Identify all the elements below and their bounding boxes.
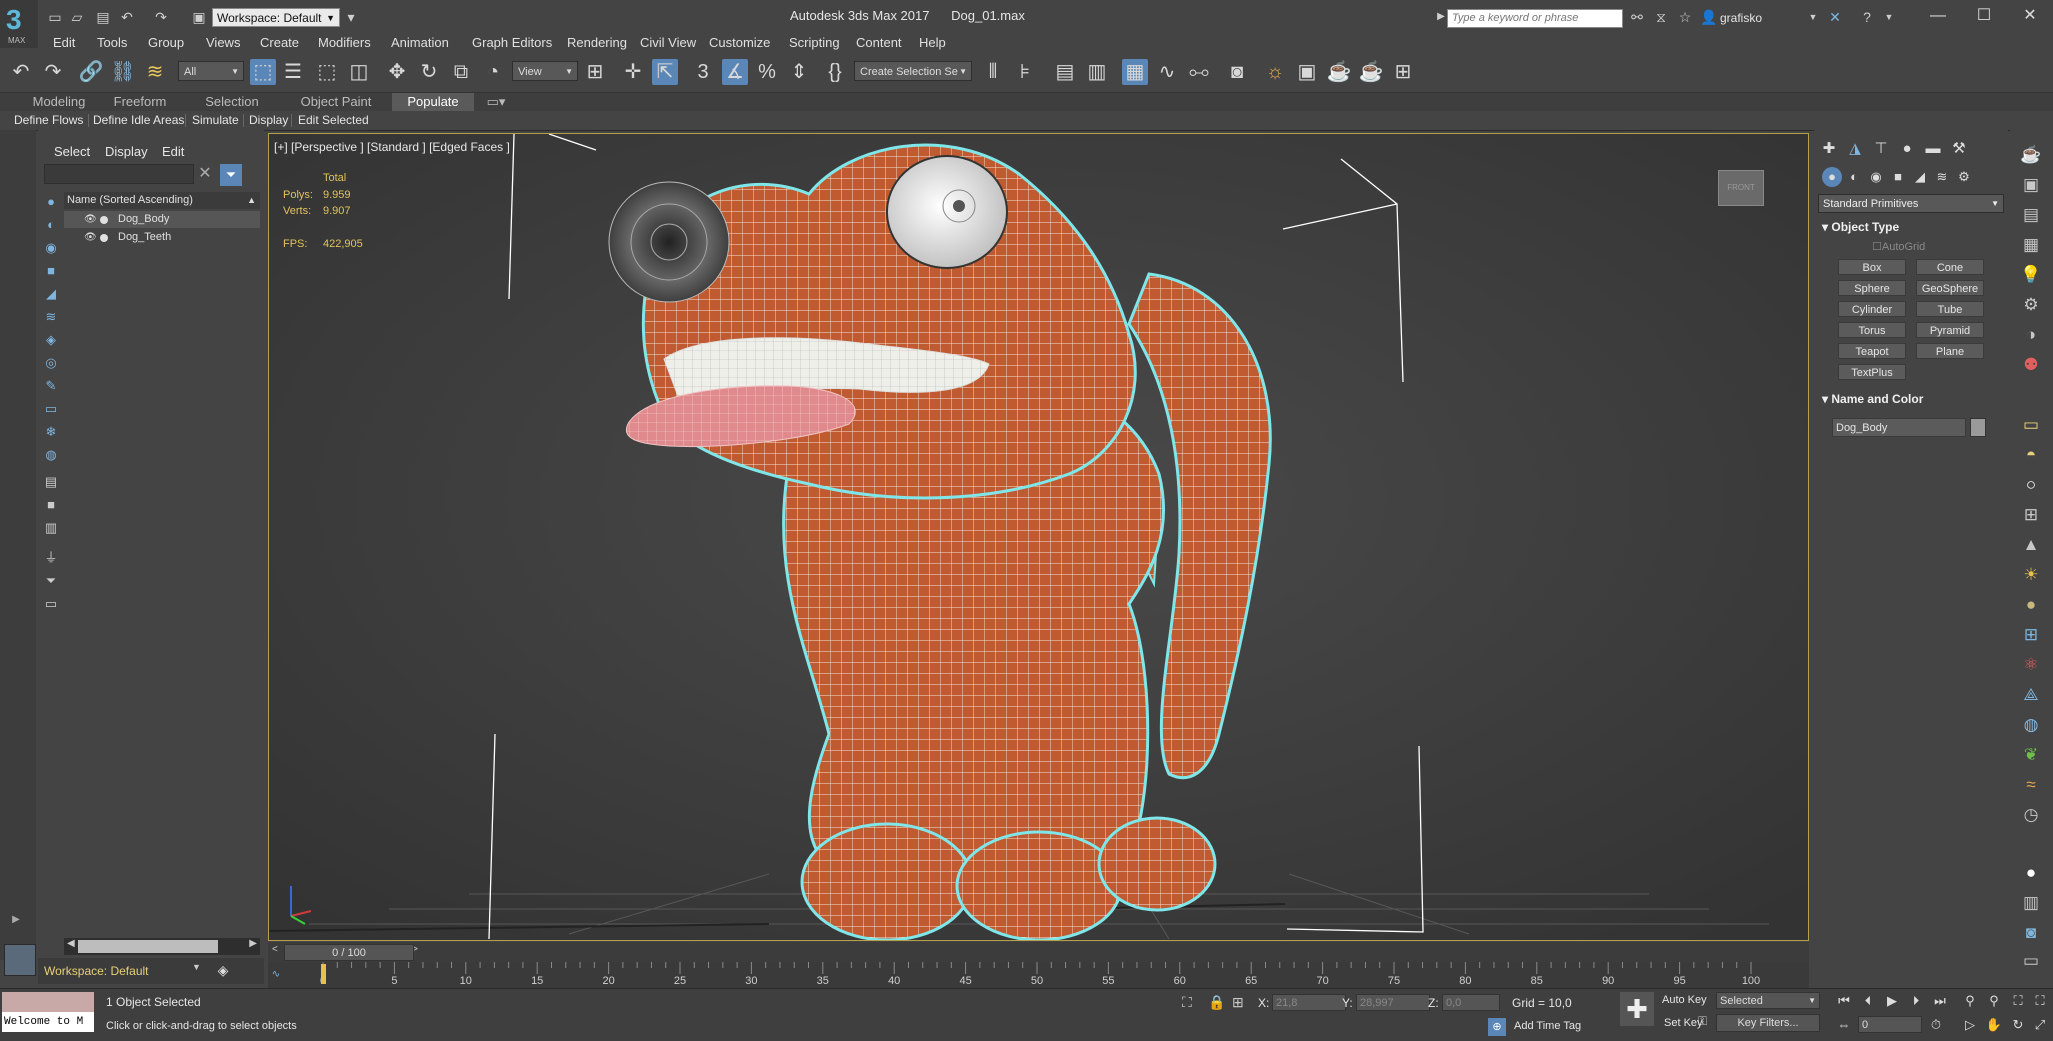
go-to-start-icon[interactable]: ⏮ xyxy=(1834,992,1854,1010)
time-config-icon[interactable]: ⏱ xyxy=(1926,1016,1946,1034)
timeline-tick-label: 40 xyxy=(888,975,900,987)
timeline-tick-label: 25 xyxy=(674,975,686,987)
key-mode-dropdown[interactable]: Selected ▼ xyxy=(1716,992,1820,1009)
app-logo[interactable]: 3 MAX xyxy=(0,0,38,48)
y-coord-field[interactable]: 28,997 xyxy=(1356,994,1430,1011)
next-frame-icon[interactable]: ⏵ xyxy=(1906,992,1926,1010)
timeline-tick-label: 65 xyxy=(1245,975,1257,987)
timeline-tick-label: 85 xyxy=(1531,975,1543,987)
timeline-tick-label: 55 xyxy=(1102,975,1114,987)
timeline-tick-label: 10 xyxy=(460,975,472,987)
maxscript-listener-top[interactable] xyxy=(2,992,94,1012)
z-coord-field[interactable]: 0,0 xyxy=(1442,994,1500,1011)
timeline-tick-label: 75 xyxy=(1388,975,1400,987)
timeline-tick-label: 5 xyxy=(391,975,397,987)
timeline-tick-label: 20 xyxy=(602,975,614,987)
timeline-tick-label: 15 xyxy=(531,975,543,987)
logo-main: 3 xyxy=(6,4,22,35)
isolate-icon[interactable]: ⛶ xyxy=(1182,994,1192,1011)
key-mode-value: Selected xyxy=(1720,995,1763,1007)
logo-sub: MAX xyxy=(8,36,26,45)
lock-icon[interactable]: 🔒 xyxy=(1208,994,1225,1011)
go-to-end-icon[interactable]: ⏭ xyxy=(1930,992,1950,1010)
absolute-mode-icon[interactable]: ⊞ xyxy=(1232,994,1244,1011)
timeline-tick-label: 45 xyxy=(959,975,971,987)
timeline-tick-label: 50 xyxy=(1031,975,1043,987)
zoom-extents-all-icon[interactable]: ⛶ xyxy=(2030,992,2050,1010)
maxscript-listener[interactable]: Welcome to M xyxy=(2,1012,94,1032)
zoom-extents-icon[interactable]: ⛶ xyxy=(2008,992,2028,1010)
timeline-tick-label: 35 xyxy=(817,975,829,987)
play-icon[interactable]: ▶ xyxy=(1882,992,1902,1010)
track-bar-ticks: 0510152025303540455055606570758085909510… xyxy=(320,962,1760,987)
maximize-viewport-icon[interactable]: ⤢ xyxy=(2030,1016,2050,1034)
timeline-tick-label: 70 xyxy=(1316,975,1328,987)
current-frame-field[interactable]: 0 xyxy=(1858,1016,1922,1033)
add-time-tag[interactable]: Add Time Tag xyxy=(1514,1020,1581,1032)
orbit-icon[interactable]: ↻ xyxy=(2008,1016,2028,1034)
zoom-all-icon[interactable]: ⚲ xyxy=(1984,992,2004,1010)
pan-icon[interactable]: ✋ xyxy=(1984,1016,2004,1034)
timeline-tick-label: 95 xyxy=(1673,975,1685,987)
auto-key-button[interactable]: Auto Key xyxy=(1662,994,1707,1006)
timeline-tick-label: 30 xyxy=(745,975,757,987)
timeline-tick-label: 100 xyxy=(1742,975,1760,987)
x-coord-label: X: xyxy=(1258,996,1270,1010)
z-coord-label: Z: xyxy=(1428,996,1439,1010)
y-coord-label: Y: xyxy=(1342,996,1353,1010)
field-of-view-icon[interactable]: ▷ xyxy=(1960,1016,1980,1034)
set-key-button[interactable]: Set Key xyxy=(1664,1017,1703,1029)
prompt-line: Click or click-and-drag to select object… xyxy=(106,1020,297,1032)
grid-size: Grid = 10,0 xyxy=(1512,996,1572,1010)
key-filters-button[interactable]: Key Filters... xyxy=(1716,1014,1820,1032)
timeline-tick-label: 60 xyxy=(1174,975,1186,987)
previous-frame-icon[interactable]: ⏴ xyxy=(1858,992,1878,1010)
key-mode-toggle-icon[interactable]: ⇔ xyxy=(1834,1016,1854,1034)
set-key-big-icon[interactable]: ✚ xyxy=(1620,992,1654,1026)
selection-status: 1 Object Selected xyxy=(106,995,201,1009)
chevron-down-icon: ▼ xyxy=(1808,996,1816,1005)
x-coord-field[interactable]: 21,8 xyxy=(1272,994,1346,1011)
time-tag-icon[interactable]: ⊕ xyxy=(1488,1018,1506,1036)
zoom-icon[interactable]: ⚲ xyxy=(1960,992,1980,1010)
timeline-tick-label: 90 xyxy=(1602,975,1614,987)
timeline-tick-label: 80 xyxy=(1459,975,1471,987)
time-cursor[interactable] xyxy=(321,964,326,984)
